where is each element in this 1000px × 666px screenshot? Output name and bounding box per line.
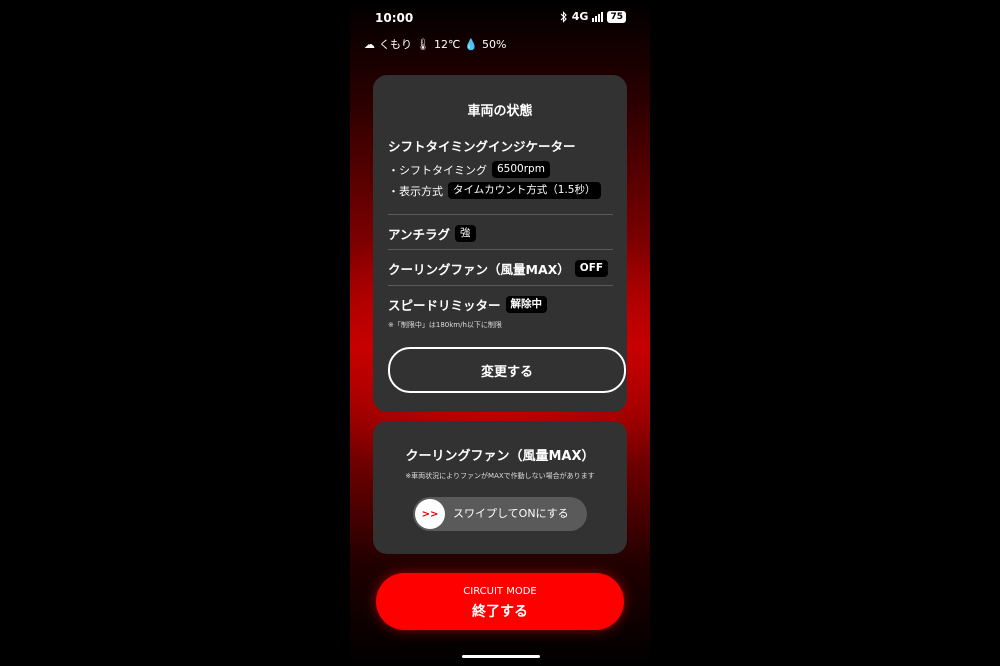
cooling-card-note: ※車両状況によりファンがMAXで作動しない場合があります [405,472,595,480]
signal-icon [592,11,604,22]
bluetooth-icon [560,10,567,23]
status-bar: 10:00 4G 75 [350,0,650,34]
anti-lag-value: 強 [455,225,476,242]
cooling-fan-label: クーリングファン（風量MAX） [388,262,570,277]
circuit-mode-label: CIRCUIT MODE [463,586,537,597]
weather-condition: くもり [379,38,412,51]
exit-label: 終了する [472,604,528,620]
cooling-fan-row: クーリングファン（風量MAX） OFF [388,259,609,278]
anti-lag-row: アンチラグ 強 [388,224,476,243]
display-mode-value: タイムカウント方式（1.5秒） [448,182,601,199]
speed-limiter-value: 解除中 [505,296,548,313]
shift-timing-row: ・シフトタイミング 6500rpm [388,161,550,178]
speed-limiter-row: スピードリミッター 解除中 [388,295,548,314]
weather-temperature: 12℃ [433,37,461,51]
divider [388,285,613,286]
phone-screen: 10:00 4G 75 ☁ くもり 🌡 12℃ 💧 50% 車両の状態 シフトタ… [350,0,650,666]
divider [388,249,613,250]
vehicle-status-card: 車両の状態 シフトタイミングインジケーター ・シフトタイミング 6500rpm … [373,75,627,412]
change-button[interactable]: 変更する [388,347,626,393]
status-time: 10:00 [375,11,414,25]
cooling-fan-value: OFF [574,260,609,277]
weather-humidity: 50% [482,37,507,51]
cloud-sun-icon: ☁ [364,37,375,51]
droplet-icon: 💧 [464,37,479,51]
cooling-fan-card: クーリングファン（風量MAX） ※車両状況によりファンがMAXで作動しない場合が… [373,421,627,554]
thermometer-icon: 🌡 [416,37,430,51]
circuit-mode-exit-button[interactable]: CIRCUIT MODE 終了する [376,573,624,630]
speed-limiter-label: スピードリミッター [388,298,501,313]
home-indicator[interactable] [462,655,540,658]
network-label: 4G [571,10,589,23]
vehicle-card-title: 車両の状態 [467,104,533,119]
speed-limiter-note: ※「制限中」は180km/h以下に制限 [388,321,502,329]
shift-timing-label: ・シフトタイミング [388,163,487,177]
weather-info: ☁ くもり 🌡 12℃ 💧 50% [364,36,506,52]
swipe-to-on-slider[interactable]: >> スワイプしてONにする [413,497,587,531]
divider [388,214,613,215]
swipe-knob[interactable]: >> [415,499,445,529]
shift-timing-value: 6500rpm [492,161,550,178]
swipe-label: スワイプしてONにする [453,507,569,520]
display-mode-row: ・表示方式 タイムカウント方式（1.5秒） [388,182,601,199]
anti-lag-label: アンチラグ [388,227,451,242]
status-icons: 4G 75 [560,10,626,23]
cooling-card-title: クーリングファン（風量MAX） [405,449,595,464]
battery-indicator: 75 [607,10,626,23]
display-mode-label: ・表示方式 [388,184,443,198]
double-chevron-right-icon: >> [421,508,439,520]
shift-indicator-title: シフトタイミングインジケーター [388,139,576,154]
